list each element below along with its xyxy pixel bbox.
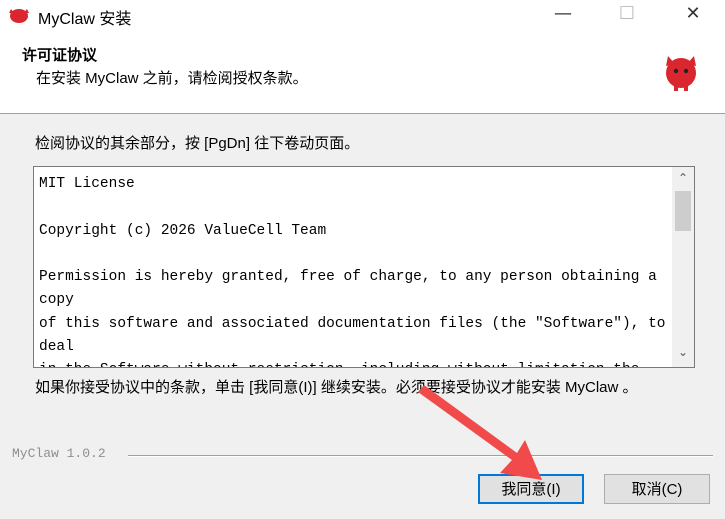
close-button[interactable]: ✕ — [670, 0, 716, 30]
license-textbox[interactable]: MIT License Copyright (c) 2026 ValueCell… — [33, 166, 695, 368]
cancel-button[interactable]: 取消(C) — [604, 474, 710, 504]
scroll-instructions: 检阅协议的其余部分，按 [PgDn] 往下卷动页面。 — [35, 135, 360, 152]
page-title: 许可证协议 — [22, 47, 98, 64]
scroll-up-arrow-icon[interactable]: ⌃ — [672, 171, 694, 189]
version-label: MyClaw 1.0.2 — [12, 446, 106, 461]
divider — [128, 455, 713, 457]
agree-button[interactable]: 我同意(I) — [478, 474, 584, 504]
window-title: MyClaw 安装 — [38, 11, 132, 28]
license-scrollbar[interactable]: ⌃ ⌄ — [672, 167, 694, 367]
maximize-button[interactable]: ☐ — [604, 0, 650, 30]
license-text: MIT License Copyright (c) 2026 ValueCell… — [39, 176, 666, 367]
header-panel: 许可证协议 在安装 MyClaw 之前，请检阅授权条款。 — [0, 30, 725, 114]
minimize-button[interactable]: — — [540, 0, 586, 30]
title-bar: MyClaw 安装 — ☐ ✕ — [0, 0, 725, 30]
scroll-thumb[interactable] — [675, 191, 691, 231]
page-subtitle: 在安装 MyClaw 之前，请检阅授权条款。 — [36, 70, 308, 87]
accept-instructions: 如果你接受协议中的条款，单击 [我同意(I)] 继续安装。必须要接受协议才能安装… — [35, 379, 638, 396]
app-mascot-icon — [9, 9, 29, 23]
mascot-logo-icon — [666, 56, 696, 91]
scroll-down-arrow-icon[interactable]: ⌄ — [672, 345, 694, 363]
